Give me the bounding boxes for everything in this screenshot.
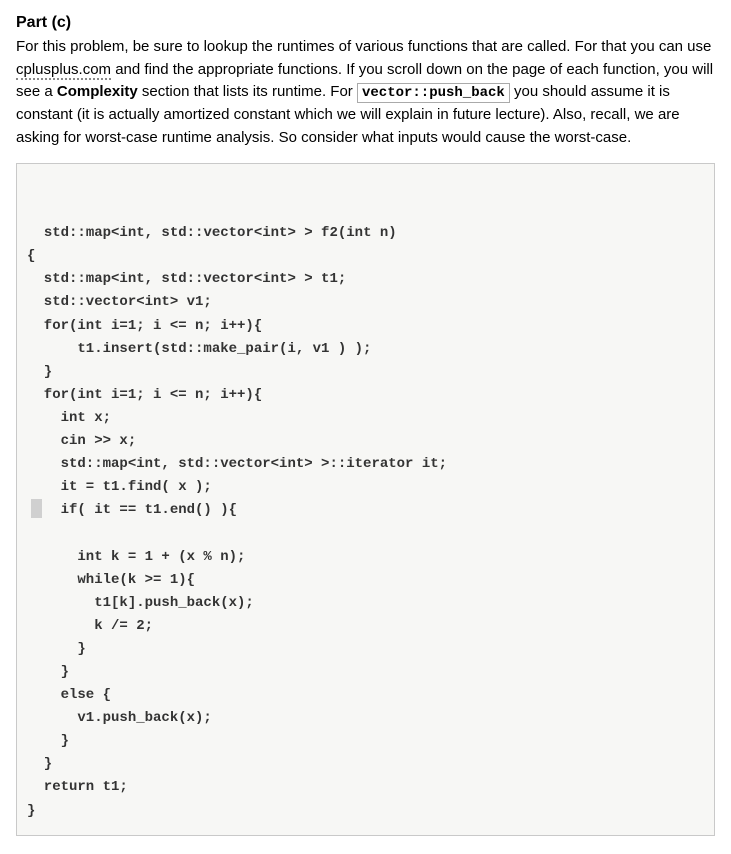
code-content: std::map<int, std::vector<int> > f2(int … (27, 225, 447, 818)
complexity-bold: Complexity (57, 83, 138, 100)
intro-text-3: section that lists its runtime. For (138, 83, 357, 100)
code-block: std::map<int, std::vector<int> > f2(int … (16, 163, 715, 836)
inline-code-pushback: vector::push_back (357, 83, 510, 103)
text-cursor (31, 499, 42, 518)
intro-paragraph: For this problem, be sure to lookup the … (16, 36, 715, 149)
part-heading: Part (c) (16, 14, 715, 32)
intro-text-1: For this problem, be sure to lookup the … (16, 38, 711, 55)
cplusplus-link[interactable]: cplusplus.com (16, 61, 111, 80)
